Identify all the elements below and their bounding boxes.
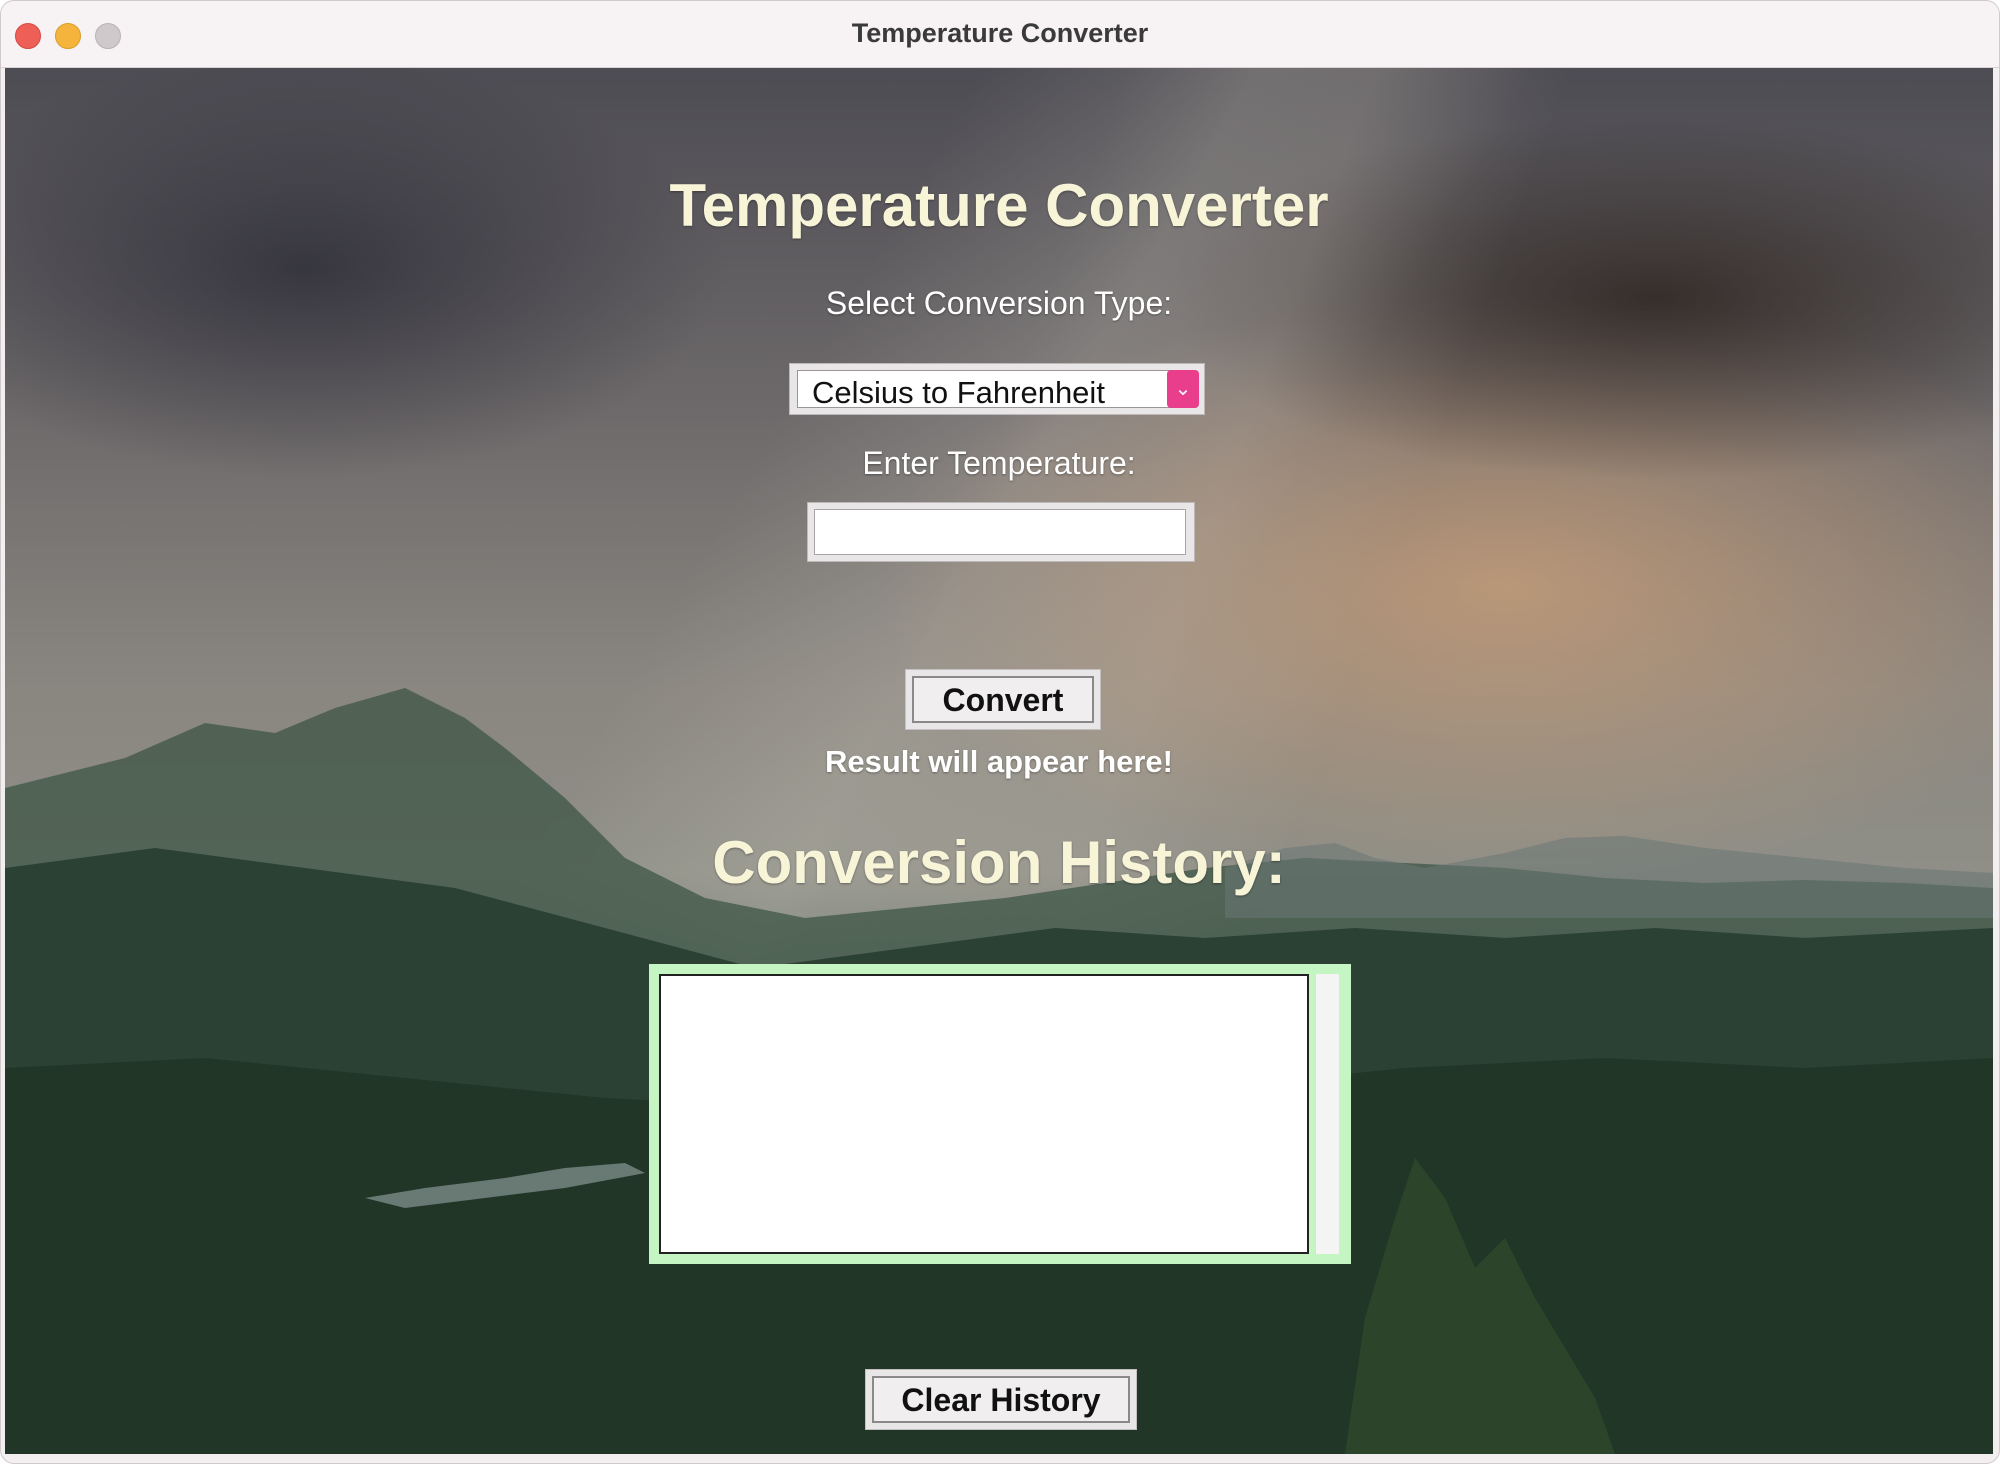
window-title: Temperature Converter [851,18,1149,48]
conversion-type-dropdown[interactable]: Celsius to Fahrenheit ⌄ [789,363,1205,415]
convert-button-frame: Convert [905,669,1101,730]
temperature-input-frame [807,502,1195,562]
clear-history-button-frame: Clear History [865,1369,1137,1430]
convert-button[interactable]: Convert [912,676,1094,723]
conversion-type-label: Select Conversion Type: [825,285,1173,321]
chevron-down-icon[interactable]: ⌄ [1167,370,1199,408]
conversion-type-field[interactable]: Celsius to Fahrenheit [797,370,1173,410]
app-content: Temperature Converter Select Conversion … [5,68,1993,1454]
title-bar: Temperature Converter [1,1,1999,68]
app-heading: Temperature Converter [669,172,1329,239]
clear-history-button[interactable]: Clear History [872,1376,1130,1423]
history-list[interactable] [659,974,1309,1254]
result-text: Result will appear here! [825,744,1173,779]
history-scrollbar[interactable] [1315,974,1339,1254]
history-frame [649,964,1351,1264]
app-window: Temperature Converter Temperature Conver… [0,0,2000,1464]
temperature-input[interactable] [814,509,1186,555]
temperature-label: Enter Temperature: [862,445,1136,481]
conversion-type-value: Celsius to Fahrenheit [812,375,1105,410]
history-heading: Conversion History: [712,829,1286,896]
